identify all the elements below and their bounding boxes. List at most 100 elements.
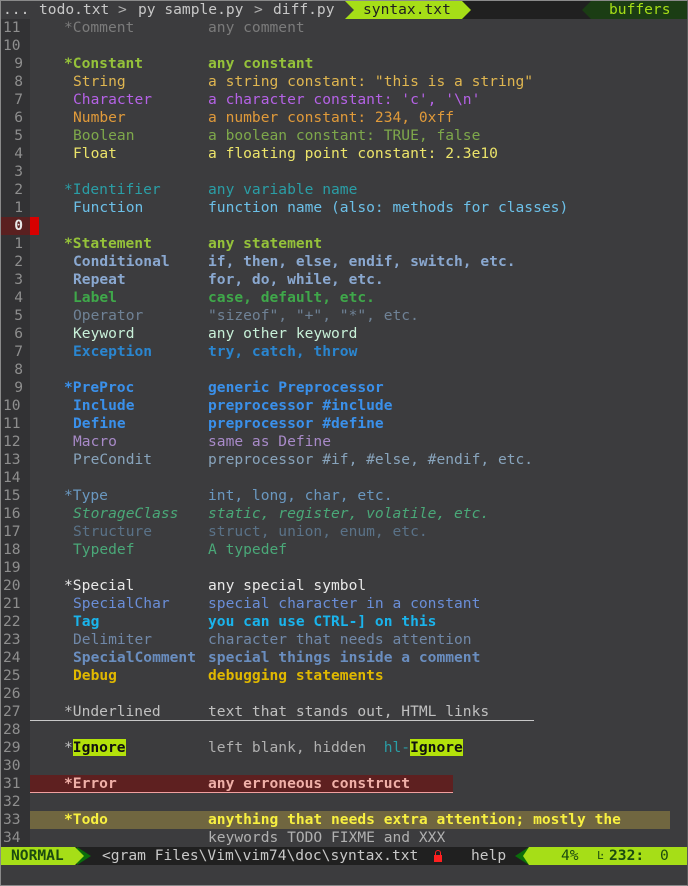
buffer-line[interactable]: 4 Float a floating point constant: 2.3e10 [1,145,687,163]
line-number: 7 [1,91,30,109]
buffer-line[interactable]: 6 Keyword any other keyword [1,325,687,343]
group-name-text: StorageClass [73,505,179,522]
buffer-line[interactable]: 5 Boolean a boolean constant: TRUE, false [1,127,687,145]
sign-column [30,649,39,667]
buffer-line[interactable]: 32 [1,793,687,811]
buffer-line[interactable]: 14 [1,469,687,487]
buffer-line[interactable]: 9 *Constant any constant [1,55,687,73]
line-number: 4 [1,289,30,307]
help-link-ignore[interactable]: Ignore [410,739,463,756]
group-description: case, default, etc. [208,289,375,307]
line-number: 17 [1,523,30,541]
group-name-text: Typedef [73,541,135,558]
tab-todo-txt[interactable]: todo.txt [39,1,109,19]
buffer-line[interactable]: 13 PreCondit preprocessor #if, #else, #end… [1,451,687,469]
buffer-line[interactable]: 11 *Comment any comment [1,19,687,37]
buffer-line[interactable]: 6 Number a number constant: 234, 0xff [1,109,687,127]
buffer-line[interactable]: 31 *Error any erroneous construct [1,775,687,793]
group-description: a boolean constant: TRUE, false [208,127,480,145]
group-description-text: preprocessor #if, #else, #endif, etc. [208,451,534,468]
buffer-line[interactable]: 12 Macro same as Define [1,433,687,451]
group-name: *Type [64,487,108,505]
buffer-line[interactable]: 20 *Special any special symbol [1,577,687,595]
buffer-line[interactable]: 16 StorageClass static, register, volatile… [1,505,687,523]
sign-column [30,73,39,91]
buffer-line[interactable]: 0 [1,217,687,235]
buffer-line[interactable]: 7 Exception try, catch, throw [1,343,687,361]
buffers-indicator[interactable]: buffers [582,1,687,19]
buffer-line[interactable]: 5 Operator "sizeof", "+", "*", etc. [1,307,687,325]
group-description-text: special things inside a comment [208,649,481,666]
tab-sample-py[interactable]: py sample.py [138,1,243,19]
group-name-text: Macro [73,433,117,450]
buffer-line[interactable]: 8 String a string constant: "this is a str… [1,73,687,91]
line-number: 10 [1,37,30,55]
group-name: Exception [73,343,152,361]
buffer-line[interactable]: 11 Define preprocessor #define [1,415,687,433]
group-description: you can use CTRL-] on this [208,613,436,631]
group-name-text: String [73,73,126,90]
buffer-line[interactable]: 4 Label case, default, etc. [1,289,687,307]
group-description-text: preprocessor #include [208,397,393,414]
tab-syntax-txt[interactable]: syntax.txt [345,1,471,19]
tabline-overflow[interactable]: ... [3,1,29,19]
group-name-text: Constant [72,55,144,72]
buffer-line[interactable]: 10 Include preprocessor #include [1,397,687,415]
group-description-text: keywords TODO FIXME and XXX [208,829,446,846]
tab-diff-py[interactable]: diff.py [273,1,335,19]
buffer-line[interactable]: 2 *Identifier any variable name [1,181,687,199]
line-number: 26 [1,685,30,703]
sign-column [30,361,39,379]
group-name: Function [73,199,143,217]
buffer-line[interactable]: 8 [1,361,687,379]
buffer-line[interactable]: 23 Delimiter character that needs attentio… [1,631,687,649]
buffer-line[interactable]: 34 keywords TODO FIXME and XXX [1,829,687,847]
group-name: Define [73,415,126,433]
buffer-line[interactable]: 33 *Todo anything that needs extra attenti… [1,811,687,829]
buffer-line[interactable]: 1 *Statement any statement [1,235,687,253]
group-description: character that needs attention [208,631,472,649]
buffer-line[interactable]: 29 *Ignore left blank, hidden hl-Ignore [1,739,687,757]
buffer-line[interactable]: 30 [1,757,687,775]
vim-window: ... todo.txt > py sample.py > diff.py sy… [0,0,688,886]
buffer-line[interactable]: 19 [1,559,687,577]
group-name-text: SpecialComment [73,649,197,666]
group-name: String [73,73,126,91]
sign-column [30,793,39,811]
tabline: ... todo.txt > py sample.py > diff.py sy… [1,1,687,19]
group-name-text: Label [73,289,117,306]
group-name-text: Todo [72,811,108,828]
buffer-line[interactable]: 2 Conditional if, then, else, endif, switc… [1,253,687,271]
group-description: a floating point constant: 2.3e10 [208,145,498,163]
buffer-line[interactable]: 3 Repeat for, do, while, etc. [1,271,687,289]
buffer-line[interactable]: 27 *Underlined text that stands out, HTML … [1,703,687,721]
buffer-line[interactable]: 1 Function function name (also: methods fo… [1,199,687,217]
group-name-text: Number [73,109,126,126]
buffer-line[interactable]: 18 Typedef A typedef [1,541,687,559]
line-number: 1 [1,199,30,217]
buffer-line[interactable]: 9 *PreProc generic Preprocessor [1,379,687,397]
editor-buffer[interactable]: 11 *Comment any comment 10 9 *Constant any con… [1,19,687,847]
buffer-line[interactable]: 17 Structure struct, union, enum, etc. [1,523,687,541]
buffer-line[interactable]: 21 SpecialChar special character in a cons… [1,595,687,613]
line-number: 2 [1,181,30,199]
buffer-line[interactable]: 10 [1,37,687,55]
buffer-line[interactable]: 15 *Type int, long, char, etc. [1,487,687,505]
top-group-marker: * [64,181,73,198]
group-description: same as Define [208,433,331,451]
buffer-line[interactable]: 26 [1,685,687,703]
group-name: Macro [73,433,117,451]
buffer-line[interactable]: 22 Tag you can use CTRL-] on this [1,613,687,631]
buffer-line[interactable]: 24 SpecialComment special things inside a … [1,649,687,667]
line-number: 34 [1,829,30,847]
buffer-line[interactable]: 25 Debug debugging statements [1,667,687,685]
command-line[interactable] [1,865,687,885]
group-name: Typedef [73,541,135,559]
line-number: 25 [1,667,30,685]
buffer-line[interactable]: 28 [1,721,687,739]
line-number: 23 [1,631,30,649]
help-link-prefix[interactable]: hl- [384,739,410,756]
buffer-line[interactable]: 7 Character a character constant: 'c', '\n… [1,91,687,109]
buffer-line[interactable]: 3 [1,163,687,181]
sign-column [30,631,39,649]
